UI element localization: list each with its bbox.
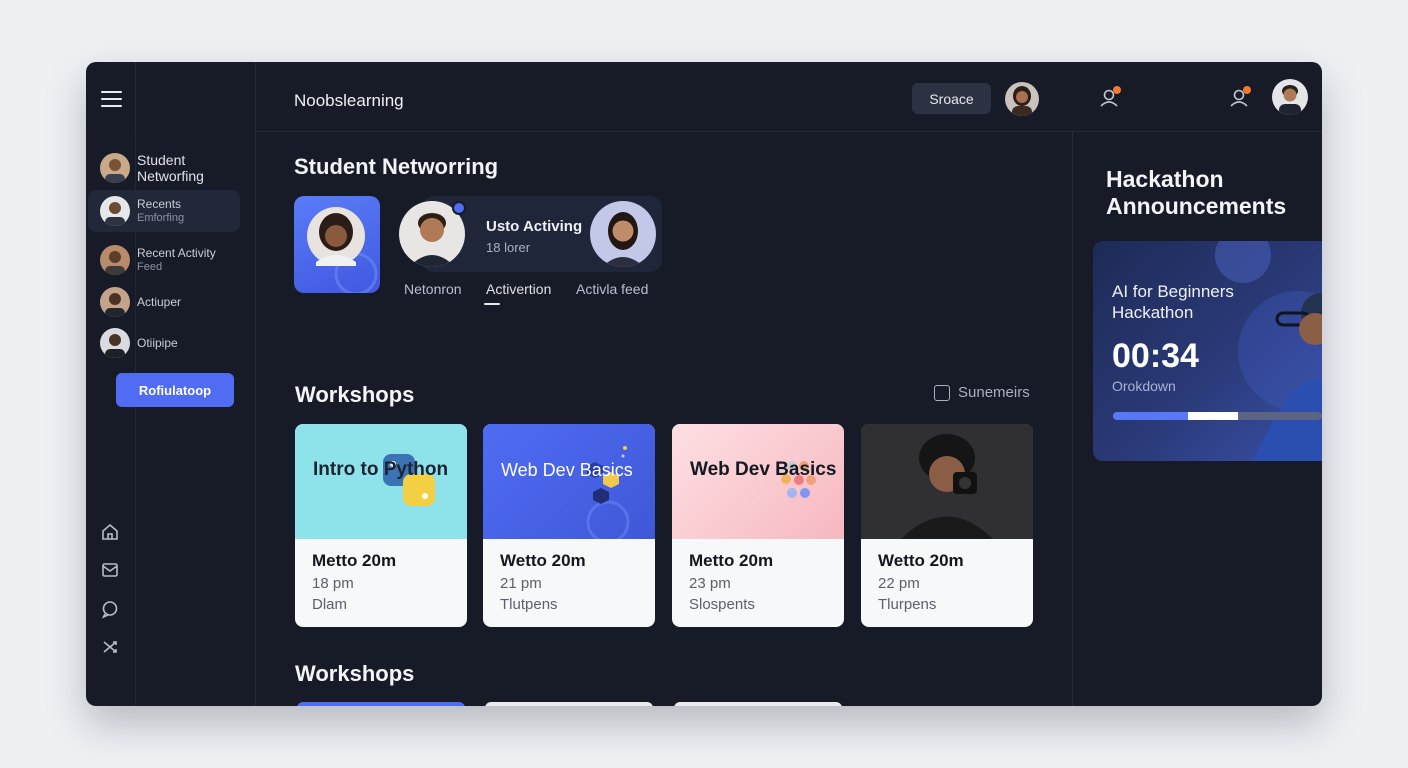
mail-icon[interactable] (100, 560, 120, 580)
pill-subtitle: 18 lorer (486, 240, 531, 255)
workshop-time: 23 pm (689, 575, 731, 592)
hackathon-progress-fill (1113, 412, 1239, 420)
workshop-title: Metto 20m (689, 551, 774, 570)
workshop-thumbnail: Intro to Python (295, 424, 467, 539)
list-icon (934, 384, 950, 401)
active-tab-indicator (484, 303, 500, 305)
sidebar-item-label: Actiuper (137, 295, 182, 309)
pill-title: Usto Activing (486, 218, 583, 235)
avatar (100, 153, 130, 183)
sidebar-item-label: Student (137, 152, 186, 168)
tab-activertion[interactable]: Activertion (486, 281, 551, 297)
sidebar-divider (255, 62, 256, 706)
workshop-thumbnail: Web Dev Basics (483, 424, 655, 539)
avatar (100, 287, 130, 317)
workshop-thumb-title: Web Dev Basics (690, 459, 837, 480)
hackathon-card[interactable]: AI for Beginners Hackathon 00:34 Orokdow… (1093, 241, 1322, 461)
avatar (100, 328, 130, 358)
user-notification-icon[interactable] (1228, 86, 1251, 109)
workshop-host: Dlam (312, 596, 348, 613)
workshop-card[interactable]: Web Dev Basics Metto 20m 23 pm Slospents (672, 424, 844, 627)
workshop-card[interactable]: Web Dev Basics Wetto 20m 21 pm Tlutpens (483, 424, 655, 627)
workshops-title: Workshops (295, 382, 415, 407)
tab-activla-feed[interactable]: Activla feed (576, 281, 648, 297)
hackathon-countdown-label: Orokdown (1112, 378, 1176, 394)
networking-avatar-female[interactable] (590, 201, 656, 267)
workshop-time: 21 pm (500, 575, 542, 592)
sidebar-item-recents[interactable]: Recents Emforfing (88, 190, 240, 232)
workshops-title-secondary: Workshops (295, 661, 415, 686)
sidebar-item-sub: Networfing (137, 168, 204, 184)
workshop-title: Metto 20m (312, 551, 397, 570)
workshop-card-peek[interactable] (297, 702, 465, 706)
workshop-card[interactable]: Wetto 20m 22 pm Tlurpens (861, 424, 1033, 627)
hamburger-menu-icon[interactable] (101, 91, 122, 107)
workshop-card-peek[interactable] (485, 702, 653, 706)
workshop-title: Wetto 20m (500, 551, 586, 570)
menu-area (86, 62, 136, 132)
header-avatar[interactable] (1005, 82, 1039, 116)
sidebar-item-sub: Emforfing (137, 212, 185, 224)
workshop-time: 18 pm (312, 575, 354, 592)
networking-title: Student Networring (294, 154, 499, 179)
avatar (100, 245, 130, 275)
avatar (100, 196, 130, 226)
chat-icon[interactable] (100, 599, 120, 619)
notification-dot (1243, 86, 1251, 94)
profile-avatar[interactable] (1272, 79, 1308, 115)
app-window: Student Networfing Recents Emforfing Recen… (86, 62, 1322, 706)
sidebar-item-sub: Feed (137, 261, 163, 273)
workshop-host: Tlurpens (878, 596, 937, 613)
sidebar-item-label: Recent Activity (137, 246, 216, 260)
sidebar-item-label: Recents (137, 197, 182, 211)
hackathon-countdown: 00:34 (1112, 337, 1199, 375)
workshop-host: Tlutpens (500, 596, 558, 613)
sidebar-item-otiipipe[interactable]: Otiipipe (88, 322, 240, 364)
sidebar-action-button[interactable]: Rofiulatoop (116, 373, 234, 407)
workshop-thumbnail-photo (861, 424, 1033, 539)
workshop-thumb-title: Web Dev Basics (501, 460, 633, 480)
see-more-label: Sunemeirs (958, 384, 1030, 401)
workshop-card-peek[interactable] (674, 702, 842, 706)
notification-icon[interactable] (1098, 86, 1121, 109)
workshop-thumb-title: Intro to Python (313, 459, 449, 480)
hackathon-event-name: AI for Beginners Hackathon (1112, 282, 1234, 322)
workshop-thumbnail: Web Dev Basics (672, 424, 844, 539)
app-brand: Noobslearning (294, 91, 404, 110)
header-divider (256, 131, 1322, 132)
workshop-card[interactable]: Intro to Python Metto 20m 18 pm Dlam (295, 424, 467, 627)
workshop-time: 22 pm (878, 575, 920, 592)
online-status-dot (452, 201, 466, 215)
hackathon-title: Hackathon Announcements (1106, 166, 1287, 219)
workshop-title: Wetto 20m (878, 551, 964, 570)
sidebar-item-label: Otiipipe (137, 336, 178, 350)
right-panel-divider (1072, 132, 1073, 706)
shuffle-icon[interactable] (100, 637, 120, 657)
home-icon[interactable] (100, 522, 120, 542)
workshop-host: Slospents (689, 596, 755, 613)
tab-netonron[interactable]: Netonron (404, 281, 462, 297)
notification-dot (1113, 86, 1121, 94)
sidebar-item-actiuper[interactable]: Actiuper (88, 281, 240, 323)
sidebar-item-student-networking[interactable]: Student Networfing (88, 147, 240, 189)
sidebar-item-recent-activity[interactable]: Recent Activity Feed (88, 239, 240, 281)
networking-profile-card[interactable] (294, 196, 380, 293)
header-button[interactable]: Sroace (912, 83, 991, 114)
see-more-link[interactable]: Sunemeirs (934, 384, 1030, 401)
hackathon-progress-bar (1113, 412, 1322, 420)
